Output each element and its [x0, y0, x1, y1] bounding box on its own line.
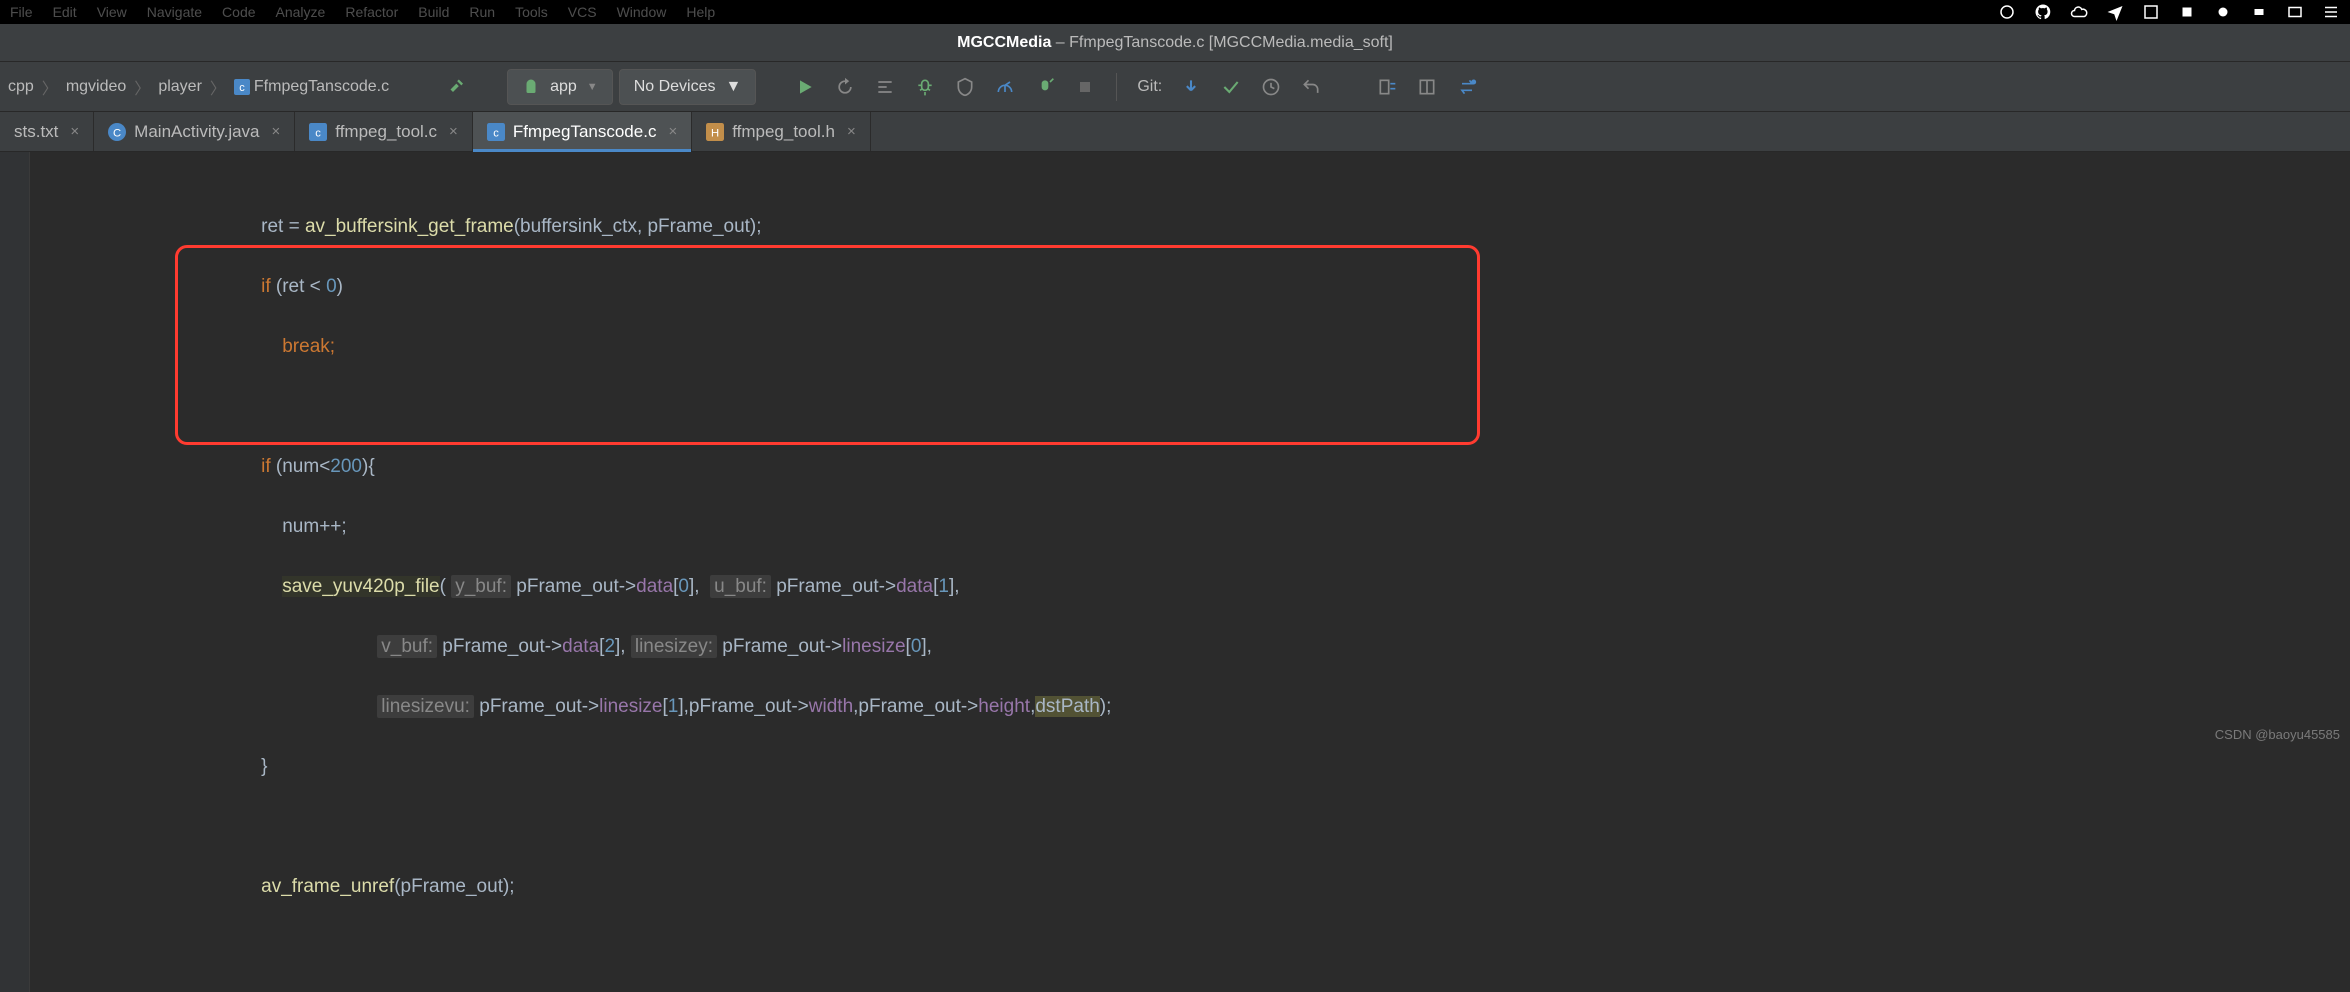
- run-config-label: app: [550, 78, 577, 96]
- attach-debugger-icon[interactable]: [1030, 72, 1060, 102]
- run-config-selector[interactable]: app ▼: [507, 69, 613, 105]
- menu-item[interactable]: Navigate: [147, 4, 202, 20]
- tab-ffmpeg-tool-c[interactable]: c ffmpeg_tool.c ×: [295, 112, 473, 151]
- close-icon[interactable]: ×: [70, 123, 79, 140]
- debug-icon[interactable]: [910, 72, 940, 102]
- coverage-icon[interactable]: [950, 72, 980, 102]
- status-icon: [2214, 3, 2232, 21]
- menu-item[interactable]: Tools: [515, 4, 548, 20]
- code-line: linesizevu: pFrame_out->linesize[1],pFra…: [40, 692, 2350, 722]
- h-file-icon: H: [706, 123, 724, 141]
- tab-ffmpegtanscode-c[interactable]: c FfmpegTanscode.c ×: [473, 112, 692, 151]
- java-file-icon: C: [108, 123, 126, 141]
- git-commit-icon[interactable]: [1216, 72, 1246, 102]
- run-icon[interactable]: [790, 72, 820, 102]
- system-menubar: File Edit View Navigate Code Analyze Ref…: [0, 0, 2350, 24]
- chevron-down-icon: ▼: [726, 78, 742, 96]
- breadcrumb-item[interactable]: FfmpegTanscode.c: [254, 78, 389, 96]
- code-line: }: [40, 752, 2350, 782]
- profiler-icon[interactable]: [990, 72, 1020, 102]
- git-rollback-icon[interactable]: [1296, 72, 1326, 102]
- close-icon[interactable]: ×: [847, 123, 856, 140]
- device-selector[interactable]: No Devices ▼: [619, 69, 757, 105]
- menu-item[interactable]: Code: [222, 4, 255, 20]
- svg-text:c: c: [239, 82, 245, 94]
- window-titlebar: MGCCMedia – FfmpegTanscode.c [MGCCMedia.…: [0, 24, 2350, 62]
- svg-text:C: C: [113, 127, 121, 139]
- build-icon[interactable]: [443, 72, 473, 102]
- sync-project-icon[interactable]: [1452, 72, 1482, 102]
- menu-item[interactable]: View: [97, 4, 127, 20]
- breadcrumb-item[interactable]: mgvideo: [66, 78, 126, 96]
- apply-changes-icon[interactable]: [830, 72, 860, 102]
- code-line: if (num<200){: [40, 452, 2350, 482]
- device-label: No Devices: [634, 78, 716, 96]
- menu-item[interactable]: Help: [686, 4, 715, 20]
- toolbar-divider: [1116, 73, 1117, 101]
- breadcrumb-item[interactable]: cpp: [8, 78, 34, 96]
- editor-gutter[interactable]: [0, 152, 30, 992]
- code-line: ret = av_buffersink_get_frame(buffersink…: [40, 212, 2350, 242]
- tab-label: ffmpeg_tool.c: [335, 122, 437, 142]
- apply-code-changes-icon[interactable]: [870, 72, 900, 102]
- close-icon[interactable]: ×: [668, 123, 677, 140]
- tab-label: FfmpegTanscode.c: [513, 122, 657, 142]
- c-file-icon: c: [234, 79, 250, 95]
- android-icon: [522, 78, 540, 96]
- tab-mainactivity[interactable]: C MainActivity.java ×: [94, 112, 295, 151]
- code-line: [40, 812, 2350, 842]
- tab-ffmpeg-tool-h[interactable]: H ffmpeg_tool.h ×: [692, 112, 870, 151]
- breadcrumb[interactable]: cpp〉 mgvideo〉 player〉 c FfmpegTanscode.c: [8, 75, 389, 99]
- c-file-icon: c: [309, 123, 327, 141]
- menu-item[interactable]: VCS: [568, 4, 597, 20]
- git-history-icon[interactable]: [1256, 72, 1286, 102]
- git-pull-icon[interactable]: [1176, 72, 1206, 102]
- tab-label: MainActivity.java: [134, 122, 259, 142]
- titlebar-text: MGCCMedia – FfmpegTanscode.c [MGCCMedia.…: [957, 34, 1393, 52]
- tab-label: ffmpeg_tool.h: [732, 122, 835, 142]
- menu-item[interactable]: Edit: [53, 4, 77, 20]
- code-line: [40, 392, 2350, 422]
- status-icon: [2142, 3, 2160, 21]
- watermark: CSDN @baoyu45585: [2215, 727, 2340, 742]
- code-line: av_frame_unref(pFrame_out);: [40, 872, 2350, 902]
- menu-item[interactable]: File: [10, 4, 33, 20]
- tab-sts-txt[interactable]: sts.txt ×: [0, 112, 94, 151]
- tab-label: sts.txt: [14, 122, 58, 142]
- stop-icon[interactable]: [1070, 72, 1100, 102]
- main-toolbar: cpp〉 mgvideo〉 player〉 c FfmpegTanscode.c…: [0, 62, 2350, 112]
- status-icon: [2250, 3, 2268, 21]
- svg-text:c: c: [315, 127, 321, 139]
- plane-icon[interactable]: [2106, 3, 2124, 21]
- breadcrumb-item[interactable]: player: [158, 78, 202, 96]
- code-line: break;: [40, 332, 2350, 362]
- chevron-down-icon: ▼: [587, 81, 598, 93]
- status-icon: [1998, 3, 2016, 21]
- menu-item[interactable]: Refactor: [345, 4, 398, 20]
- editor-tabs: sts.txt × C MainActivity.java × c ffmpeg…: [0, 112, 2350, 152]
- sdk-manager-icon[interactable]: [1412, 72, 1442, 102]
- code-line: v_buf: pFrame_out->data[2], linesizey: p…: [40, 632, 2350, 662]
- status-icon: [2178, 3, 2196, 21]
- code-line: save_yuv420p_file( y_buf: pFrame_out->da…: [40, 572, 2350, 602]
- svg-text:c: c: [493, 127, 499, 139]
- svg-text:H: H: [711, 127, 719, 139]
- c-file-icon: c: [487, 123, 505, 141]
- status-icon: [2286, 3, 2304, 21]
- close-icon[interactable]: ×: [449, 123, 458, 140]
- menu-item[interactable]: Analyze: [276, 4, 326, 20]
- avd-manager-icon[interactable]: [1372, 72, 1402, 102]
- cloud-icon[interactable]: [2070, 3, 2088, 21]
- git-label: Git:: [1137, 78, 1162, 96]
- menu-item[interactable]: Build: [418, 4, 449, 20]
- menu-item[interactable]: Run: [469, 4, 495, 20]
- close-icon[interactable]: ×: [272, 123, 281, 140]
- status-icon: [2322, 3, 2340, 21]
- code-line: num++;: [40, 512, 2350, 542]
- code-line: if (ret < 0): [40, 272, 2350, 302]
- code-editor[interactable]: ret = av_buffersink_get_frame(buffersink…: [0, 152, 2350, 992]
- menu-item[interactable]: Window: [617, 4, 667, 20]
- github-icon[interactable]: [2034, 3, 2052, 21]
